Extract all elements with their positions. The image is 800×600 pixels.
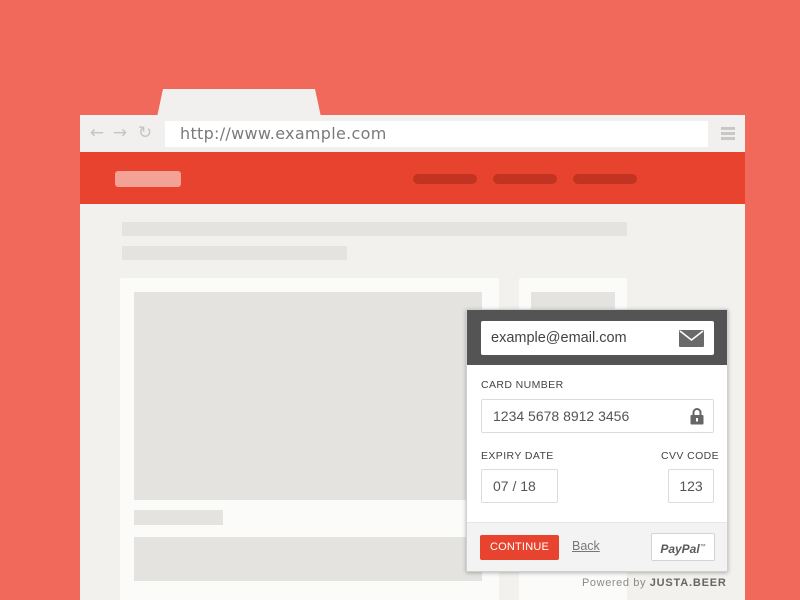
site-nav-item-3[interactable]: [573, 174, 637, 184]
arrow-right-icon[interactable]: →: [110, 123, 130, 143]
card-number-value: 1234 5678 8912 3456: [493, 408, 630, 424]
browser-tab[interactable]: [157, 89, 321, 117]
powered-by-brand[interactable]: JUSTA.BEER: [650, 577, 727, 589]
email-field[interactable]: example@email.com: [481, 321, 714, 355]
lock-icon: [690, 408, 704, 425]
browser-toolbar: ← → ↻ http://www.example.com: [80, 115, 745, 152]
text-block-placeholder: [134, 537, 482, 581]
arrow-left-icon[interactable]: ←: [87, 123, 107, 143]
card-number-label: CARD NUMBER: [481, 379, 564, 391]
site-logo-placeholder[interactable]: [115, 171, 181, 187]
site-nav-item-1[interactable]: [413, 174, 477, 184]
subheading-placeholder: [122, 246, 347, 260]
email-value: example@email.com: [491, 330, 627, 346]
paypal-label: PayPal: [660, 542, 700, 556]
address-bar[interactable]: http://www.example.com: [165, 121, 708, 147]
cvv-code-input[interactable]: 123: [668, 469, 714, 503]
card-number-input[interactable]: 1234 5678 8912 3456: [481, 399, 714, 433]
image-placeholder: [134, 292, 482, 500]
payment-widget-header: example@email.com: [467, 310, 727, 365]
paypal-trademark: ™: [699, 544, 706, 550]
payment-widget: example@email.com CARD NUMBER 1234 5678 …: [466, 309, 728, 572]
reload-icon[interactable]: ↻: [135, 123, 155, 143]
site-nav-item-2[interactable]: [493, 174, 557, 184]
site-header: [80, 152, 745, 204]
payment-widget-footer: CONTINUE Back PayPal™: [467, 522, 727, 571]
powered-by-prefix: Powered by: [582, 577, 647, 589]
content-card: [120, 278, 499, 600]
expiry-date-label: EXPIRY DATE: [481, 450, 554, 462]
mail-icon: [679, 330, 704, 347]
continue-button[interactable]: CONTINUE: [480, 535, 559, 560]
caption-placeholder: [134, 510, 223, 525]
expiry-date-input[interactable]: 07 / 18: [481, 469, 558, 503]
powered-by-credit: Powered by JUSTA.BEER: [582, 577, 727, 589]
heading-placeholder: [122, 222, 627, 236]
cvv-code-label: CVV CODE: [661, 450, 720, 462]
cvv-code-value: 123: [679, 478, 703, 494]
hamburger-menu-icon[interactable]: [721, 127, 735, 140]
expiry-date-value: 07 / 18: [493, 478, 536, 494]
back-link[interactable]: Back: [572, 539, 600, 553]
paypal-button[interactable]: PayPal™: [651, 533, 715, 561]
